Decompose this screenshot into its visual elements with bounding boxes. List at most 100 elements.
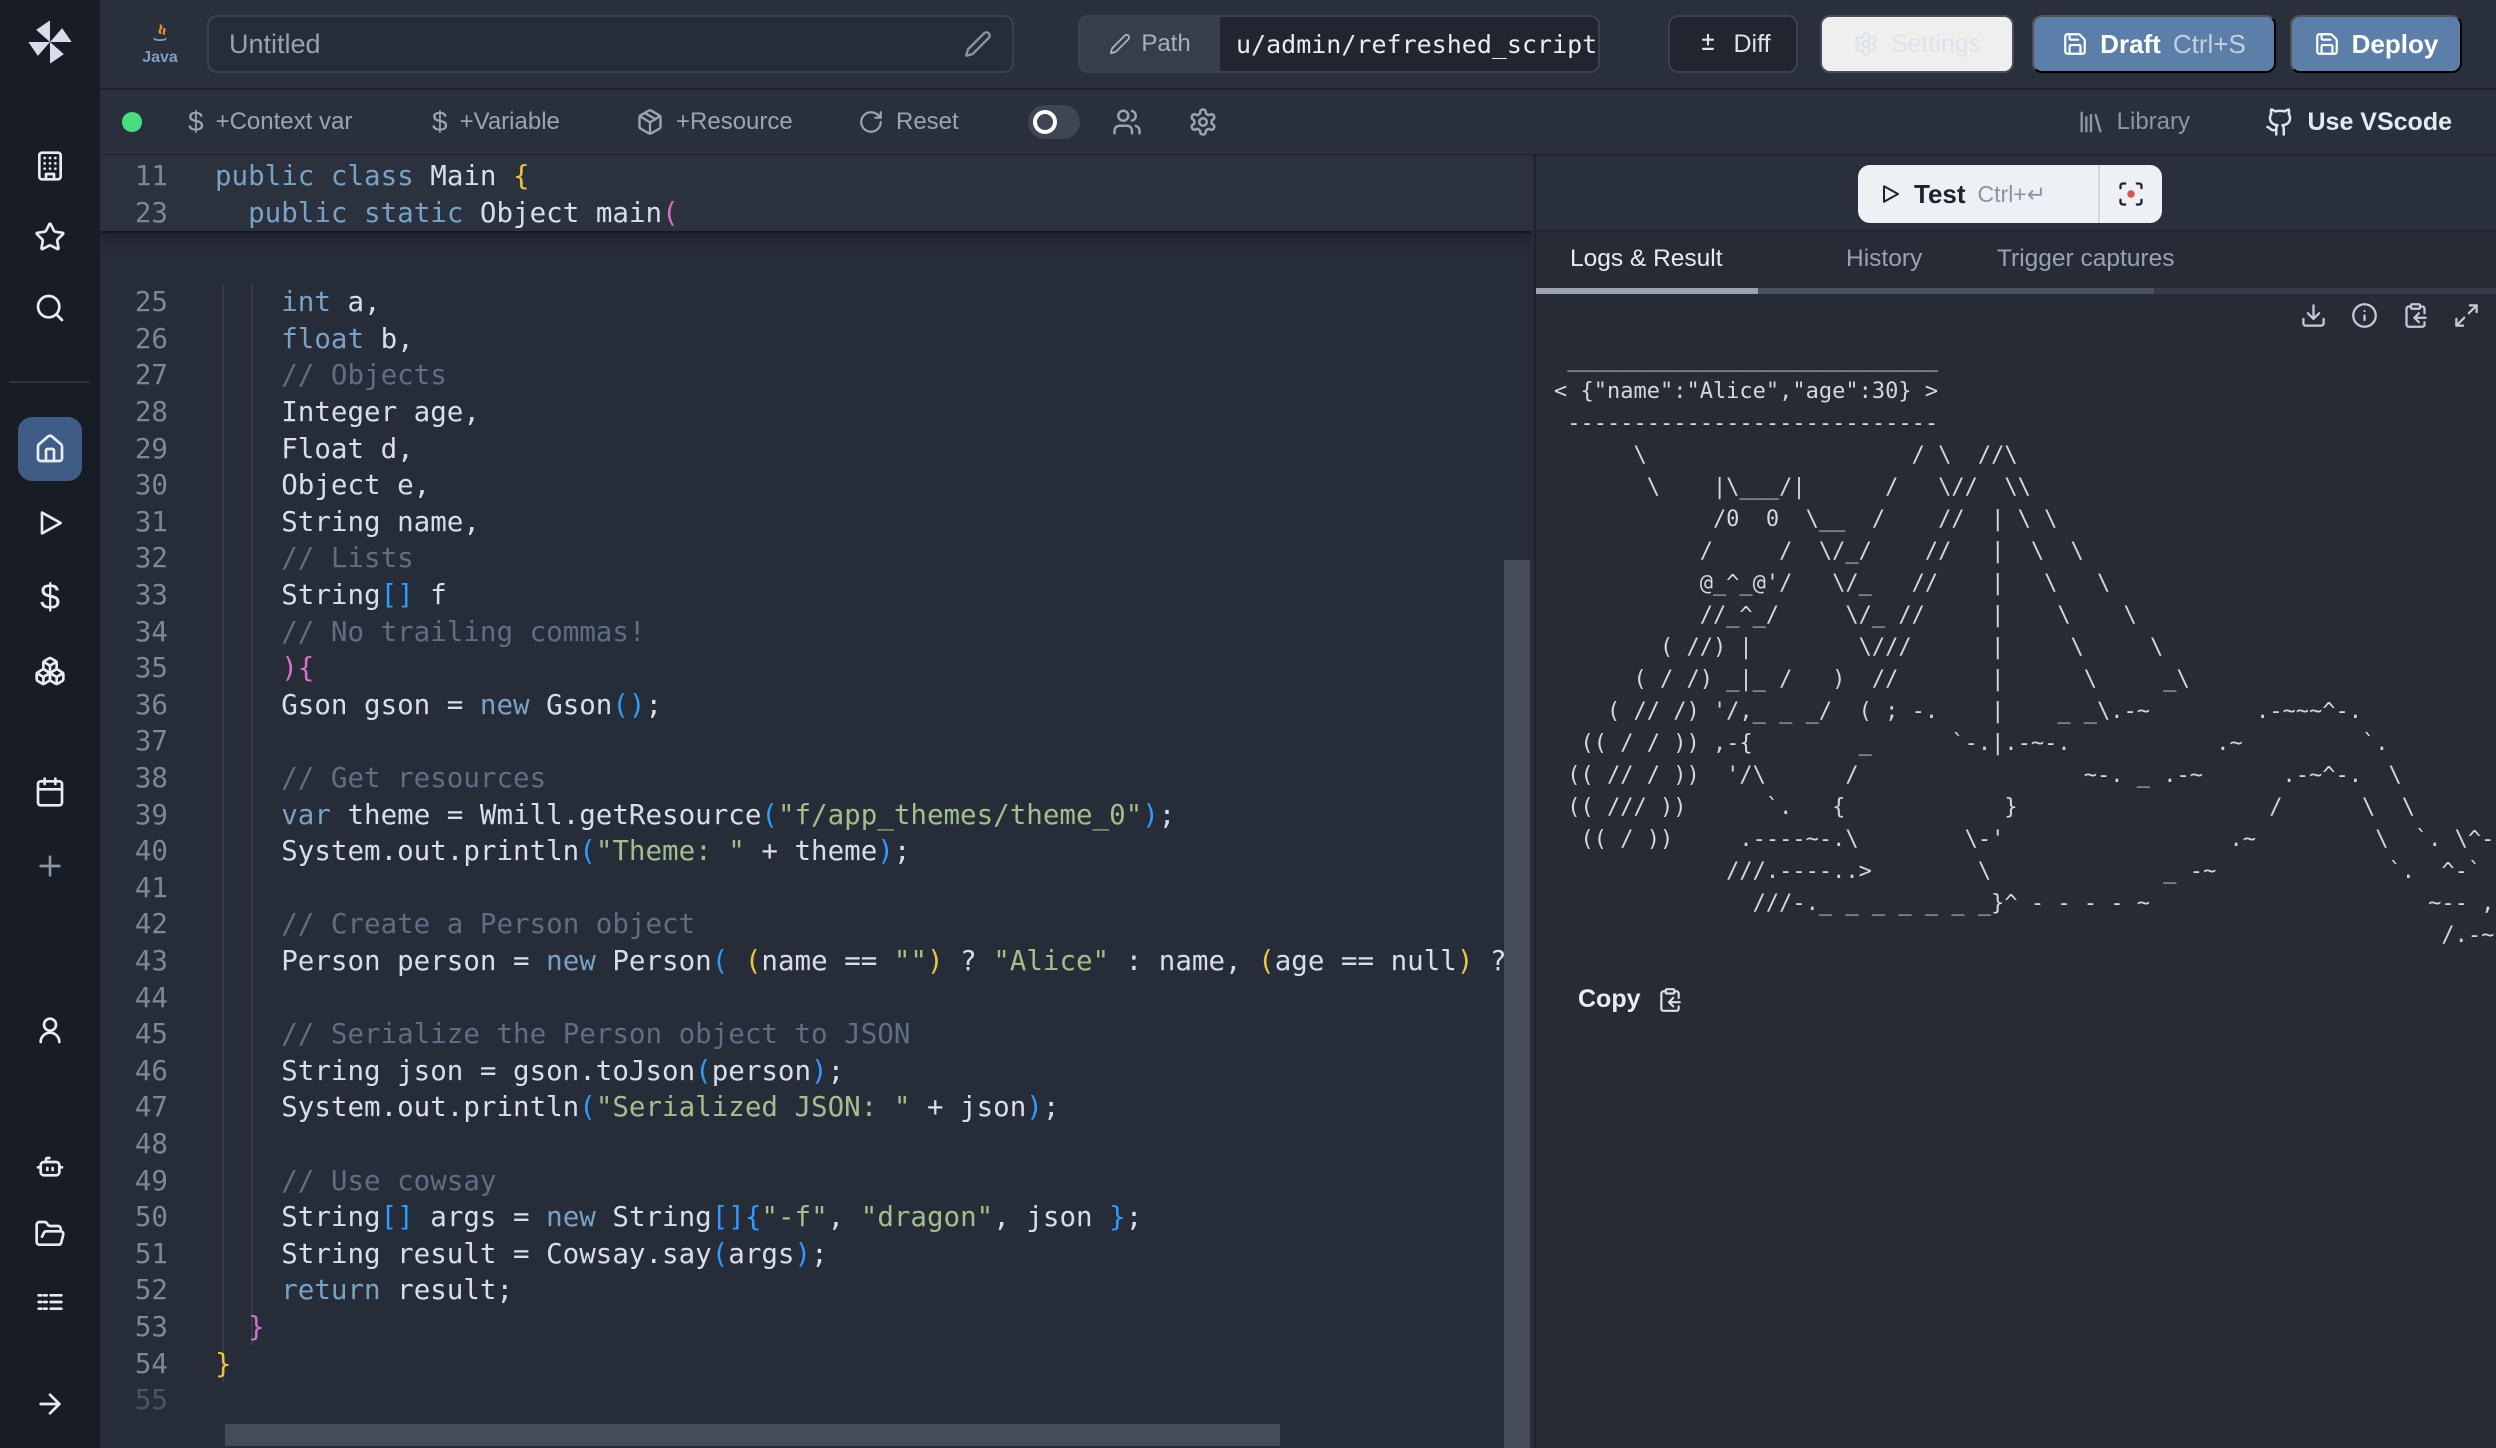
toggle-knob xyxy=(1033,110,1057,134)
sidebar-item-dollar[interactable]: $ xyxy=(18,565,82,629)
calendar-icon xyxy=(34,776,66,808)
code-line: 54} xyxy=(100,1345,1532,1382)
settings-button[interactable]: Settings xyxy=(1820,15,2014,73)
script-title-input[interactable]: Untitled xyxy=(207,15,1014,73)
code-line: 52 return result; xyxy=(100,1272,1532,1309)
sidebar-item-star[interactable] xyxy=(18,205,82,269)
code-line: 38 // Get resources xyxy=(100,760,1532,797)
add-resource-button[interactable]: +Resource xyxy=(636,90,793,154)
sidebar-item-bot[interactable] xyxy=(18,1134,82,1198)
path-value: u/admin/refreshed_script xyxy=(1220,17,1598,71)
tab-logs-result[interactable]: Logs & Result xyxy=(1570,245,1723,273)
copy-result-button[interactable] xyxy=(2402,302,2429,329)
line-number: 53 xyxy=(100,1311,168,1343)
code-line: 33 String[] f xyxy=(100,577,1532,614)
boxes-icon xyxy=(34,655,66,687)
windmill-script-editor: $ Java Untitled Path u/admin/refreshed_s… xyxy=(0,0,2496,1448)
path-field[interactable]: Path u/admin/refreshed_script xyxy=(1078,15,1600,73)
code-text: // Objects xyxy=(215,359,447,391)
sidebar-item-arrow-right[interactable] xyxy=(18,1372,82,1436)
java-language-icon: Java xyxy=(134,14,186,76)
plus-icon xyxy=(34,850,66,882)
add-resource-label: +Resource xyxy=(676,108,793,136)
line-number: 30 xyxy=(100,469,168,501)
play-icon xyxy=(34,507,66,539)
draft-label: Draft xyxy=(2100,29,2161,60)
copy-label: Copy xyxy=(1578,985,1641,1014)
sidebar-item-play[interactable] xyxy=(18,491,82,555)
test-button-main[interactable]: Test Ctrl+↵ xyxy=(1858,179,2098,210)
tab-history[interactable]: History xyxy=(1846,245,1922,273)
code-text: var theme = Wmill.getResource("f/app_the… xyxy=(215,799,1175,831)
line-number: 38 xyxy=(100,762,168,794)
copy-button[interactable]: Copy xyxy=(1578,985,1683,1014)
code-text: String name, xyxy=(215,506,480,538)
line-number: 29 xyxy=(100,433,168,465)
deploy-button[interactable]: Deploy xyxy=(2290,15,2462,73)
sidebar-item-home[interactable] xyxy=(18,417,82,481)
code-line: 26 float b, xyxy=(100,321,1532,358)
code-text: Float d, xyxy=(215,433,414,465)
line-number: 39 xyxy=(100,799,168,831)
code-line: 37 xyxy=(100,723,1532,760)
editor-settings-button[interactable] xyxy=(1188,90,1218,154)
code-text: } xyxy=(215,1348,232,1380)
editor-vertical-scrollbar[interactable] xyxy=(1504,560,1530,1448)
sidebar: $ xyxy=(0,0,100,1448)
code-lines: 25 int a,26 float b,27 // Objects28 Inte… xyxy=(100,284,1532,1418)
code-line: 48 xyxy=(100,1126,1532,1163)
code-text: ){ xyxy=(215,652,314,684)
settings-icon xyxy=(34,1082,66,1114)
result-info-button[interactable] xyxy=(2351,302,2378,329)
status-dot xyxy=(122,112,142,132)
code-text: // No trailing commas! xyxy=(215,616,645,648)
code-line: 27 // Objects xyxy=(100,357,1532,394)
sidebar-item-user[interactable] xyxy=(18,998,82,1062)
add-variable-button[interactable]: $ +Variable xyxy=(432,90,560,154)
test-button[interactable]: Test Ctrl+↵ xyxy=(1858,165,2162,223)
reset-button[interactable]: Reset xyxy=(858,90,959,154)
diff-button[interactable]: Diff xyxy=(1668,15,1798,73)
save-draft-button[interactable]: Draft Ctrl+S xyxy=(2032,15,2276,73)
sidebar-item-boxes[interactable] xyxy=(18,639,82,703)
sidebar-item-building[interactable] xyxy=(18,134,82,198)
sidebar-item-folder-open[interactable] xyxy=(18,1202,82,1266)
use-vscode-button[interactable]: Use VScode xyxy=(2265,90,2452,154)
tabbar-active-indicator xyxy=(1536,288,1758,294)
sidebar-item-list[interactable] xyxy=(18,1270,82,1334)
edit-title-icon[interactable] xyxy=(964,30,992,58)
collaborators-button[interactable] xyxy=(1112,90,1142,154)
line-number: 37 xyxy=(100,725,168,757)
test-shortcut: Ctrl+↵ xyxy=(1978,181,2046,208)
library-button[interactable]: Library xyxy=(2077,90,2190,154)
sidebar-item-calendar[interactable] xyxy=(18,760,82,824)
add-context-var-button[interactable]: $ +Context var xyxy=(188,90,352,154)
folder-open-icon xyxy=(34,1218,66,1250)
code-line: 51 String result = Cowsay.say(args); xyxy=(100,1235,1532,1272)
toggle-switch[interactable] xyxy=(1028,105,1080,139)
save-icon xyxy=(2314,31,2340,57)
line-number: 11 xyxy=(100,160,168,192)
sidebar-item-plus[interactable] xyxy=(18,834,82,898)
code-text: System.out.println("Serialized JSON: " +… xyxy=(215,1091,1059,1123)
sidebar-item-search[interactable] xyxy=(18,276,82,340)
tab-trigger-captures[interactable]: Trigger captures xyxy=(1997,245,2174,273)
assistant-toggle[interactable] xyxy=(1028,90,1080,154)
line-number: 26 xyxy=(100,323,168,355)
code-text: String[] f xyxy=(215,579,447,611)
capture-run-button[interactable] xyxy=(2100,180,2162,208)
expand-result-button[interactable] xyxy=(2453,302,2480,329)
result-toolbar xyxy=(2300,302,2480,329)
code-line: 53 } xyxy=(100,1309,1532,1346)
windmill-logo-icon[interactable] xyxy=(24,16,76,68)
code-line: 50 String[] args = new String[]{"-f", "d… xyxy=(100,1199,1532,1236)
editor-horizontal-scrollbar[interactable] xyxy=(225,1424,1280,1446)
download-result-button[interactable] xyxy=(2300,302,2327,329)
code-text: // Create a Person object xyxy=(215,908,695,940)
code-editor[interactable]: 25 int a,26 float b,27 // Objects28 Inte… xyxy=(100,155,1532,1448)
sticky-lines: 11public class Main {23 public static Ob… xyxy=(100,157,1532,231)
code-text: // Use cowsay xyxy=(215,1165,496,1197)
code-line: 36 Gson gson = new Gson(); xyxy=(100,687,1532,724)
code-line: 46 String json = gson.toJson(person); xyxy=(100,1052,1532,1089)
sidebar-item-settings[interactable] xyxy=(18,1066,82,1130)
